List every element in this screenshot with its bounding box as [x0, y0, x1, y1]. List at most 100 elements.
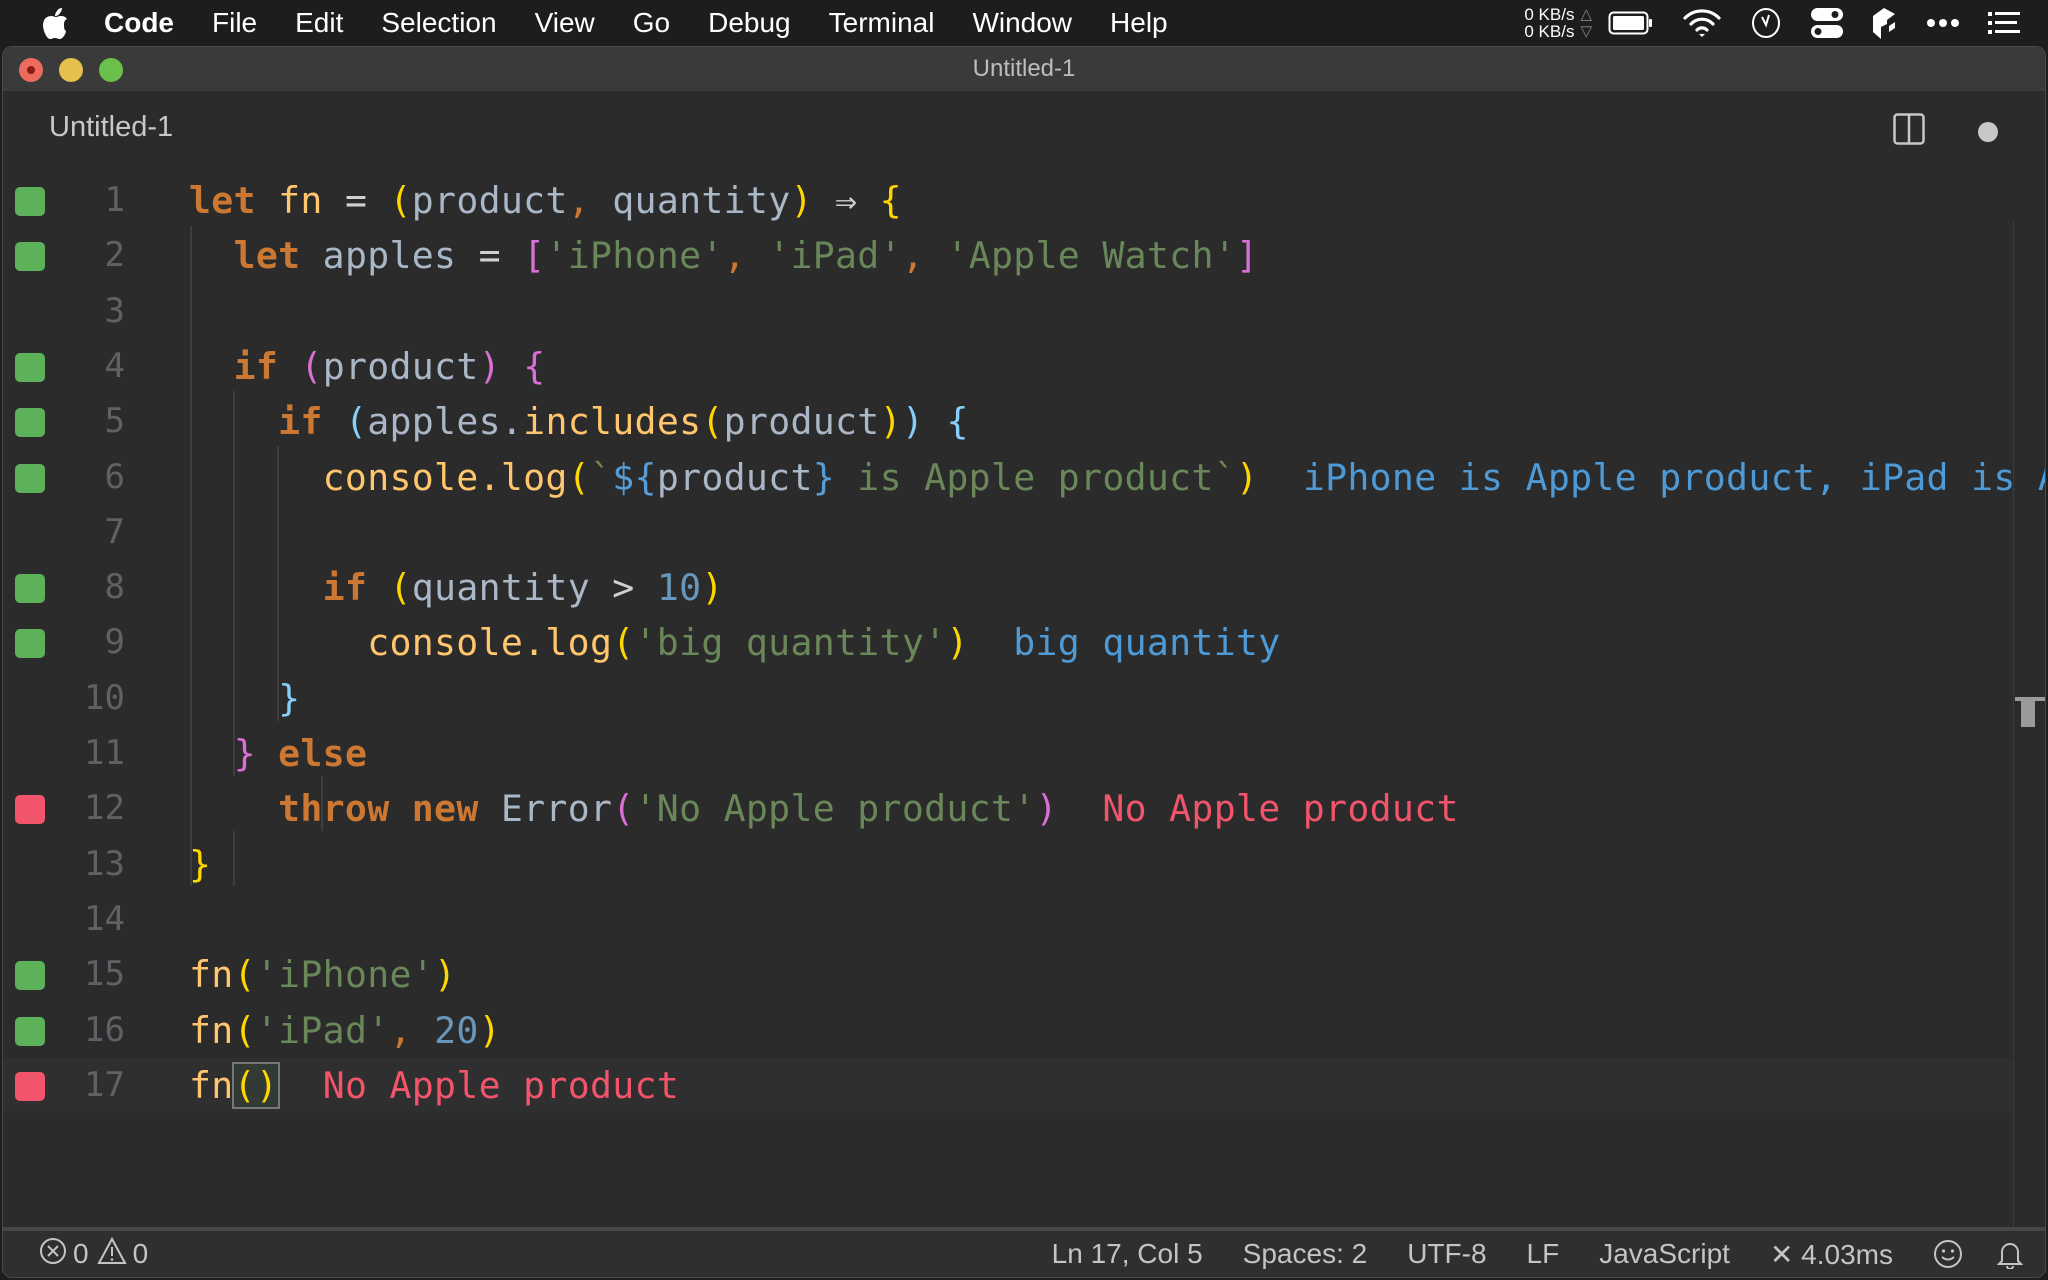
code-token: }	[278, 676, 301, 720]
code-text: } else	[189, 726, 367, 781]
menu-file[interactable]: File	[212, 7, 257, 39]
cursor-position[interactable]: Ln 17, Col 5	[1052, 1238, 1203, 1270]
line-number[interactable]: 15	[63, 947, 125, 1002]
code-line-2[interactable]: 2 let apples = ['iPhone', 'iPad', 'Apple…	[3, 228, 2013, 283]
code-line-7[interactable]: 7	[3, 505, 2013, 560]
line-number[interactable]: 6	[63, 450, 125, 505]
notifications-bell-icon[interactable]	[1997, 1239, 2023, 1269]
inline-error-message: No Apple product	[322, 1063, 680, 1107]
line-number[interactable]: 11	[63, 726, 125, 781]
line-number[interactable]: 10	[63, 671, 125, 726]
feedback-smiley-icon[interactable]	[1933, 1239, 1963, 1269]
code-line-10[interactable]: 10 }	[3, 671, 2013, 726]
code-token: if	[278, 400, 323, 444]
line-number[interactable]: 12	[63, 781, 125, 836]
code-token: Error	[500, 787, 613, 831]
tab-untitled-1[interactable]: Untitled-1	[49, 111, 173, 144]
more-icon[interactable]	[1926, 17, 1960, 29]
tab-bar: Untitled-1	[3, 91, 2045, 171]
wifi-icon[interactable]	[1682, 7, 1722, 39]
code-line-8[interactable]: 8 if (quantity > 10)	[3, 560, 2013, 615]
battery-icon[interactable]	[1608, 11, 1654, 35]
line-number[interactable]: 17	[63, 1058, 125, 1113]
line-number[interactable]: 5	[63, 394, 125, 449]
code-line-17[interactable]: 17 fn() No Apple product	[3, 1057, 2013, 1113]
end-of-line[interactable]: LF	[1527, 1238, 1560, 1270]
coverage-executed-marker-icon	[15, 187, 45, 216]
code-token: 'No Apple product'	[634, 787, 1036, 831]
menu-debug[interactable]: Debug	[708, 7, 791, 39]
line-number[interactable]: 16	[63, 1003, 125, 1058]
window-minimize-button[interactable]	[59, 58, 83, 82]
split-editor-icon[interactable]	[1893, 113, 1925, 145]
code-token: 'big quantity'	[634, 621, 947, 665]
menu-go[interactable]: Go	[633, 7, 670, 39]
code-line-14[interactable]: 14	[3, 892, 2013, 947]
code-editor[interactable]: 1 let fn = (product, quantity) ⇒ {2 let a…	[3, 171, 2045, 1275]
control-center-icon[interactable]	[1810, 6, 1844, 40]
code-token: 'iPad'	[768, 234, 902, 278]
window-close-button[interactable]	[19, 58, 43, 82]
code-text: console.log(`${product} is Apple product…	[189, 450, 2045, 505]
download-rate: 0 KB/s	[1524, 22, 1575, 41]
network-speed[interactable]: 0 KB/s 0 KB/s △ ▽	[1524, 6, 1592, 40]
problems-indicator[interactable]: 0 0	[39, 1236, 156, 1272]
line-number[interactable]: 3	[63, 284, 125, 339]
code-token: ,	[389, 1008, 435, 1052]
code-line-9[interactable]: 9 console.log('big quantity') big quanti…	[3, 615, 2013, 670]
code-line-6[interactable]: 6 console.log(`${product} is Apple produ…	[3, 450, 2045, 505]
menu-edit[interactable]: Edit	[295, 7, 343, 39]
line-number[interactable]: 7	[63, 505, 125, 560]
quokka-timing[interactable]: ✕ 4.03ms	[1770, 1238, 1893, 1271]
indentation[interactable]: Spaces: 2	[1243, 1238, 1368, 1270]
clock-icon[interactable]	[1750, 6, 1782, 40]
code-token: }	[233, 732, 256, 775]
code-token: if	[233, 344, 279, 388]
window-maximize-button[interactable]	[99, 58, 123, 82]
unsaved-changes-dot-icon[interactable]	[1978, 122, 1998, 142]
code-token: (	[300, 344, 323, 388]
code-line-3[interactable]: 3	[3, 284, 2013, 339]
line-number[interactable]: 9	[63, 615, 125, 670]
coverage-executed-marker-icon	[15, 463, 45, 493]
line-number[interactable]: 2	[63, 228, 125, 283]
line-number[interactable]: 8	[63, 560, 125, 615]
menu-terminal[interactable]: Terminal	[829, 7, 935, 39]
scrollbar-thumb[interactable]	[2021, 699, 2035, 727]
code-token: let	[189, 179, 256, 222]
line-number[interactable]: 1	[63, 173, 125, 228]
menu-view[interactable]: View	[535, 7, 595, 39]
code-line-5[interactable]: 5 if (apples.includes(product)) {	[3, 394, 2013, 449]
line-number[interactable]: 13	[63, 837, 125, 892]
encoding[interactable]: UTF-8	[1407, 1238, 1486, 1270]
warning-count: 0	[132, 1238, 149, 1269]
code-line-15[interactable]: 15 fn('iPhone')	[3, 947, 2013, 1002]
code-line-4[interactable]: 4 if (product) {	[3, 339, 2013, 394]
app-extension-icon[interactable]	[1872, 6, 1898, 40]
code-line-12[interactable]: 12 throw new Error('No Apple product') N…	[3, 781, 2013, 836]
code-line-1[interactable]: 1 let fn = (product, quantity) ⇒ {	[3, 173, 2013, 228]
line-number[interactable]: 14	[63, 892, 125, 947]
code-token: ${	[612, 455, 657, 499]
menu-help[interactable]: Help	[1110, 7, 1168, 39]
code-token: {	[946, 400, 969, 444]
language-mode[interactable]: JavaScript	[1599, 1238, 1730, 1270]
menu-window[interactable]: Window	[972, 7, 1072, 39]
menu-app-code[interactable]: Code	[104, 7, 174, 39]
code-token: if	[322, 566, 368, 610]
line-number[interactable]: 4	[63, 339, 125, 394]
code-line-13[interactable]: 13}	[3, 837, 2013, 892]
code-token: includes	[523, 400, 702, 444]
code-line-11[interactable]: 11 } else	[3, 726, 2013, 781]
apple-logo-icon[interactable]	[40, 6, 70, 40]
menu-selection[interactable]: Selection	[381, 7, 496, 39]
list-icon[interactable]	[1988, 11, 2020, 35]
code-token: )	[946, 621, 969, 665]
code-token: product	[322, 344, 479, 388]
code-line-16[interactable]: 16 fn('iPad', 20)	[3, 1003, 2013, 1058]
